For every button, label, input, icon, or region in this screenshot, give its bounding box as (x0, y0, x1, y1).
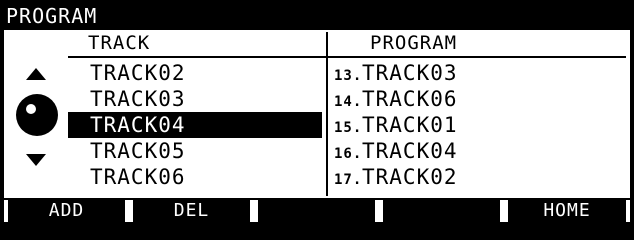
program-list-item[interactable]: 16.TRACK04 (330, 138, 626, 164)
track-list-item-selected[interactable]: TRACK04 (68, 112, 322, 138)
home-button[interactable]: HOME (504, 200, 630, 222)
program-step-number: 17. (334, 172, 363, 188)
program-track-label: TRACK06 (362, 87, 458, 111)
program-track-label: TRACK04 (362, 139, 458, 163)
program-column-header: PROGRAM (370, 32, 458, 54)
function-key-4[interactable] (379, 200, 504, 222)
title-bar: PROGRAM (4, 4, 630, 28)
program-track-label: TRACK02 (362, 165, 458, 189)
track-list-item[interactable]: TRACK02 (68, 60, 322, 86)
program-list-item[interactable]: 17.TRACK02 (330, 164, 626, 190)
program-panel: TRACK PROGRAM TRACK02 TRACK03 TRACK04 TR… (4, 30, 630, 198)
add-button[interactable]: ADD (4, 200, 129, 222)
program-list-item[interactable]: 15.TRACK01 (330, 112, 626, 138)
function-key-bar: ADD DEL HOME (4, 200, 630, 222)
jog-wheel-dot (26, 104, 36, 114)
header-rule (68, 56, 626, 58)
column-divider (326, 32, 328, 196)
program-track-label: TRACK03 (362, 61, 458, 85)
del-button[interactable]: DEL (129, 200, 254, 222)
program-list-item[interactable]: 14.TRACK06 (330, 86, 626, 112)
track-list-item[interactable]: TRACK06 (68, 164, 322, 190)
program-list-item[interactable]: 13.TRACK03 (330, 60, 626, 86)
track-list-item[interactable]: TRACK03 (68, 86, 322, 112)
track-list-item[interactable]: TRACK05 (68, 138, 322, 164)
scroll-down-icon[interactable] (26, 154, 46, 166)
track-column-header: TRACK (88, 32, 151, 54)
lcd-screen: PROGRAM TRACK PROGRAM TRACK02 TRACK03 TR… (0, 0, 634, 226)
scroll-up-icon[interactable] (26, 68, 46, 80)
screen-title: PROGRAM (6, 4, 98, 28)
jog-wheel-icon[interactable] (16, 94, 58, 136)
program-track-label: TRACK01 (362, 113, 458, 137)
function-key-3[interactable] (254, 200, 379, 222)
